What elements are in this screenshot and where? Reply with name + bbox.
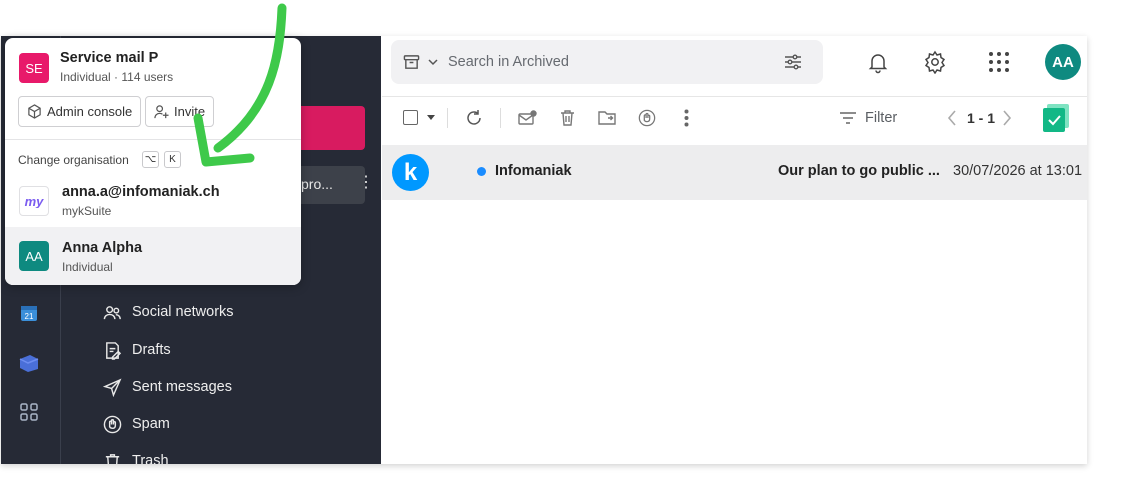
filter-icon	[840, 112, 856, 124]
nav-item-trash[interactable]: Trash	[103, 449, 169, 464]
org-subtitle: Individual · 114 users	[60, 70, 174, 84]
admin-console-button[interactable]: Admin console	[18, 96, 142, 127]
nav-item-spam[interactable]: Spam	[103, 412, 170, 436]
drive-icon[interactable]	[18, 352, 40, 374]
shortcut-key-option: ⌥	[142, 151, 159, 168]
select-dropdown-icon[interactable]	[427, 115, 435, 121]
nav-item-sent-messages[interactable]: Sent messages	[103, 375, 232, 399]
mark-unread-icon[interactable]	[518, 110, 537, 126]
organisation-switcher-popover: SE Service mail P Individual · 114 users…	[5, 38, 301, 285]
account-avatar: AA	[19, 241, 49, 271]
next-page-icon[interactable]	[1002, 110, 1012, 126]
account-item-anna-alpha[interactable]: AA Anna Alpha Individual	[5, 227, 301, 285]
previous-page-icon[interactable]	[947, 110, 957, 126]
tasks-app-icon[interactable]	[1041, 104, 1071, 132]
account-title: Anna Alpha	[62, 240, 143, 256]
send-icon	[103, 378, 122, 397]
mail-sender: Infomaniak	[495, 163, 572, 179]
search-filters-icon[interactable]	[784, 54, 802, 70]
user-avatar[interactable]: AA	[1045, 44, 1081, 80]
account-subtitle: Individual	[62, 260, 113, 274]
invite-label: Invite	[174, 104, 206, 119]
gear-icon[interactable]	[923, 50, 947, 74]
popover-divider	[5, 139, 301, 140]
apps-grid-icon[interactable]	[18, 401, 40, 423]
filter-button[interactable]: Filter	[839, 110, 897, 126]
toolbar-divider	[382, 96, 1087, 97]
shortcut-key-k: K	[164, 151, 181, 168]
add-user-icon	[154, 105, 169, 119]
admin-console-label: Admin console	[47, 104, 133, 119]
mail-subject: Our plan to go public ...	[778, 163, 940, 179]
more-actions-icon[interactable]	[684, 109, 689, 127]
account-subtitle: mykSuite	[62, 204, 112, 218]
drafts-icon	[106, 341, 122, 360]
spam-icon	[103, 415, 122, 433]
account-title: anna.a@infomaniak.ch	[62, 184, 220, 200]
cube-icon	[28, 104, 41, 119]
filter-label: Filter	[865, 110, 898, 126]
select-all-checkbox[interactable]	[403, 110, 418, 125]
nav-item-label: Spam	[132, 416, 170, 432]
toolbar-separator	[500, 108, 501, 128]
delete-icon[interactable]	[559, 109, 576, 127]
nav-item-social-networks[interactable]: Social networks	[103, 300, 234, 324]
move-folder-icon[interactable]	[598, 109, 617, 126]
people-icon	[103, 305, 121, 319]
nav-item-label: Drafts	[132, 342, 171, 358]
nav-item-label: Social networks	[132, 304, 234, 320]
myksuite-logo-icon: my	[19, 186, 49, 216]
hovered-folder-label: pro...	[301, 176, 333, 192]
spam-report-icon[interactable]	[638, 109, 656, 127]
unread-indicator	[477, 167, 486, 176]
toolbar-separator	[447, 108, 448, 128]
mail-list-row[interactable]: k Infomaniak Our plan to go public ... 3…	[382, 145, 1087, 200]
search-input[interactable]: Search in Archived	[448, 54, 569, 70]
apps-menu-icon[interactable]	[987, 50, 1011, 74]
screenshot-stage: 21 pro... ⋮ Social networks Drafts Sent …	[0, 0, 1122, 500]
account-item-myksuite[interactable]: my anna.a@infomaniak.ch mykSuite	[5, 176, 301, 227]
myk-logo-text: my	[25, 194, 45, 208]
trash-icon	[105, 453, 120, 464]
sender-logo: k	[392, 154, 429, 191]
archive-icon	[403, 55, 420, 69]
refresh-icon[interactable]	[465, 109, 483, 127]
pagination-label: 1 - 1	[967, 110, 996, 126]
mail-date: 30/07/2026 at 13:01	[953, 163, 1083, 179]
org-avatar: SE	[19, 53, 49, 83]
chevron-down-icon[interactable]	[428, 58, 438, 66]
nav-item-label: Sent messages	[132, 379, 232, 395]
change-organisation-label: Change organisation	[18, 153, 129, 167]
svg-text:21: 21	[25, 312, 34, 321]
bell-icon[interactable]	[866, 50, 890, 74]
org-name: Service mail P	[60, 50, 159, 66]
more-options-icon[interactable]: ⋮	[358, 175, 374, 191]
nav-item-drafts[interactable]: Drafts	[103, 338, 171, 362]
nav-item-label: Trash	[132, 453, 169, 464]
search-bar[interactable]: Search in Archived	[391, 40, 823, 84]
invite-button[interactable]: Invite	[145, 96, 215, 127]
calendar-icon[interactable]: 21	[18, 302, 40, 324]
